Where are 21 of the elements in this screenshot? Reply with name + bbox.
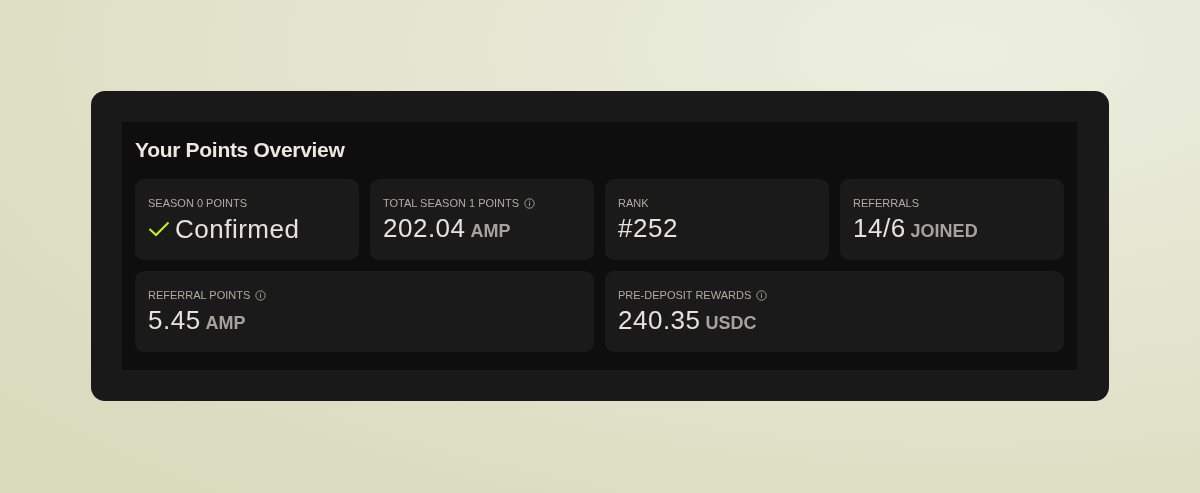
stat-value: 240.35: [618, 305, 701, 336]
stat-unit: AMP: [470, 221, 511, 242]
stat-unit: AMP: [205, 313, 246, 334]
stat-unit: USDC: [705, 313, 757, 334]
stat-value: 5.45: [148, 305, 201, 336]
check-icon: [148, 221, 170, 237]
info-icon[interactable]: [756, 289, 768, 301]
stat-unit: JOINED: [910, 221, 978, 242]
stat-value: 202.04: [383, 213, 466, 244]
stat-value: #252: [618, 213, 678, 244]
stat-label: SEASON 0 POINTS: [148, 197, 248, 209]
stat-label: REFERRAL POINTS: [148, 289, 251, 301]
stat-value: Confirmed: [175, 213, 300, 245]
info-icon[interactable]: [255, 289, 267, 301]
stat-label: TOTAL SEASON 1 POINTS: [383, 197, 520, 209]
section-title: Your Points Overview: [135, 138, 345, 162]
stat-label: PRE-DEPOSIT REWARDS: [618, 289, 752, 301]
info-icon[interactable]: [524, 197, 536, 209]
stat-label: RANK: [618, 197, 649, 209]
stat-label: REFERRALS: [853, 197, 920, 209]
stat-value: 14/6: [853, 213, 906, 244]
